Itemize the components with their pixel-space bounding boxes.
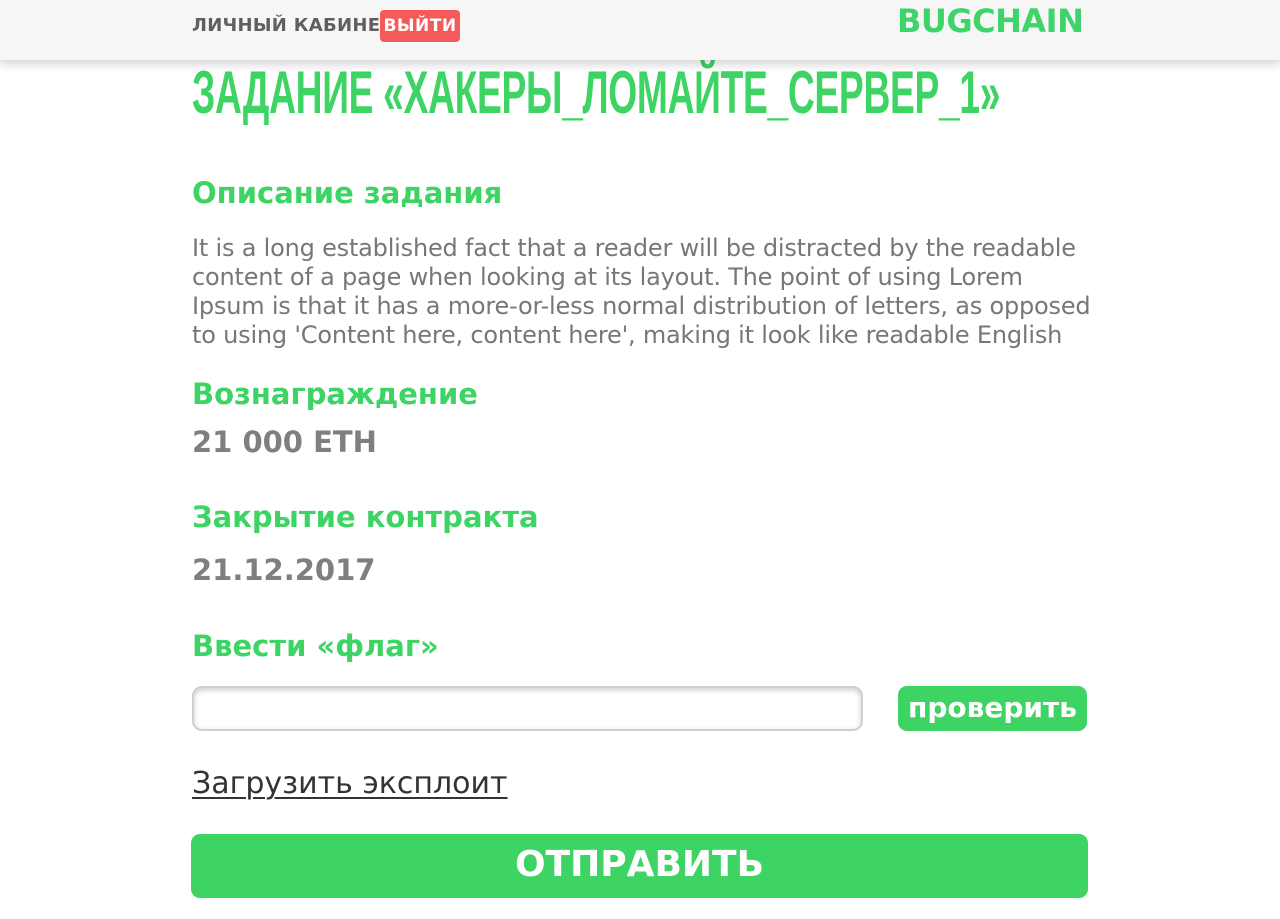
submit-button[interactable]: ОТПРАВИТЬ [191, 834, 1088, 898]
flag-heading: Ввести «флаг» [192, 629, 439, 663]
personal-account-link[interactable]: ЛИЧНЫЙ КАБИНЕТ [192, 15, 393, 36]
description-text: It is a long established fact that a rea… [192, 234, 1091, 349]
top-navbar: ЛИЧНЫЙ КАБИНЕТ ВЫЙТИ BUGCHAIN [0, 0, 1280, 60]
contract-close-date: 21.12.2017 [192, 553, 376, 587]
contract-close-heading: Закрытие контракта [192, 500, 539, 534]
flag-input[interactable] [192, 686, 863, 731]
bugchain-logo[interactable]: BUGCHAIN [897, 2, 1084, 40]
logout-button[interactable]: ВЫЙТИ [380, 10, 460, 42]
reward-heading: Вознаграждение [192, 377, 478, 411]
reward-value: 21 000 ETH [192, 425, 377, 459]
upload-exploit-link[interactable]: Загрузить эксплоит [192, 766, 508, 801]
check-flag-button[interactable]: проверить [898, 686, 1087, 731]
description-heading: Описание задания [192, 176, 503, 210]
page-title: ЗАДАНИЕ «ХАКЕРЫ_ЛОМАЙТЕ_СЕРВЕР_1» [192, 59, 1001, 126]
